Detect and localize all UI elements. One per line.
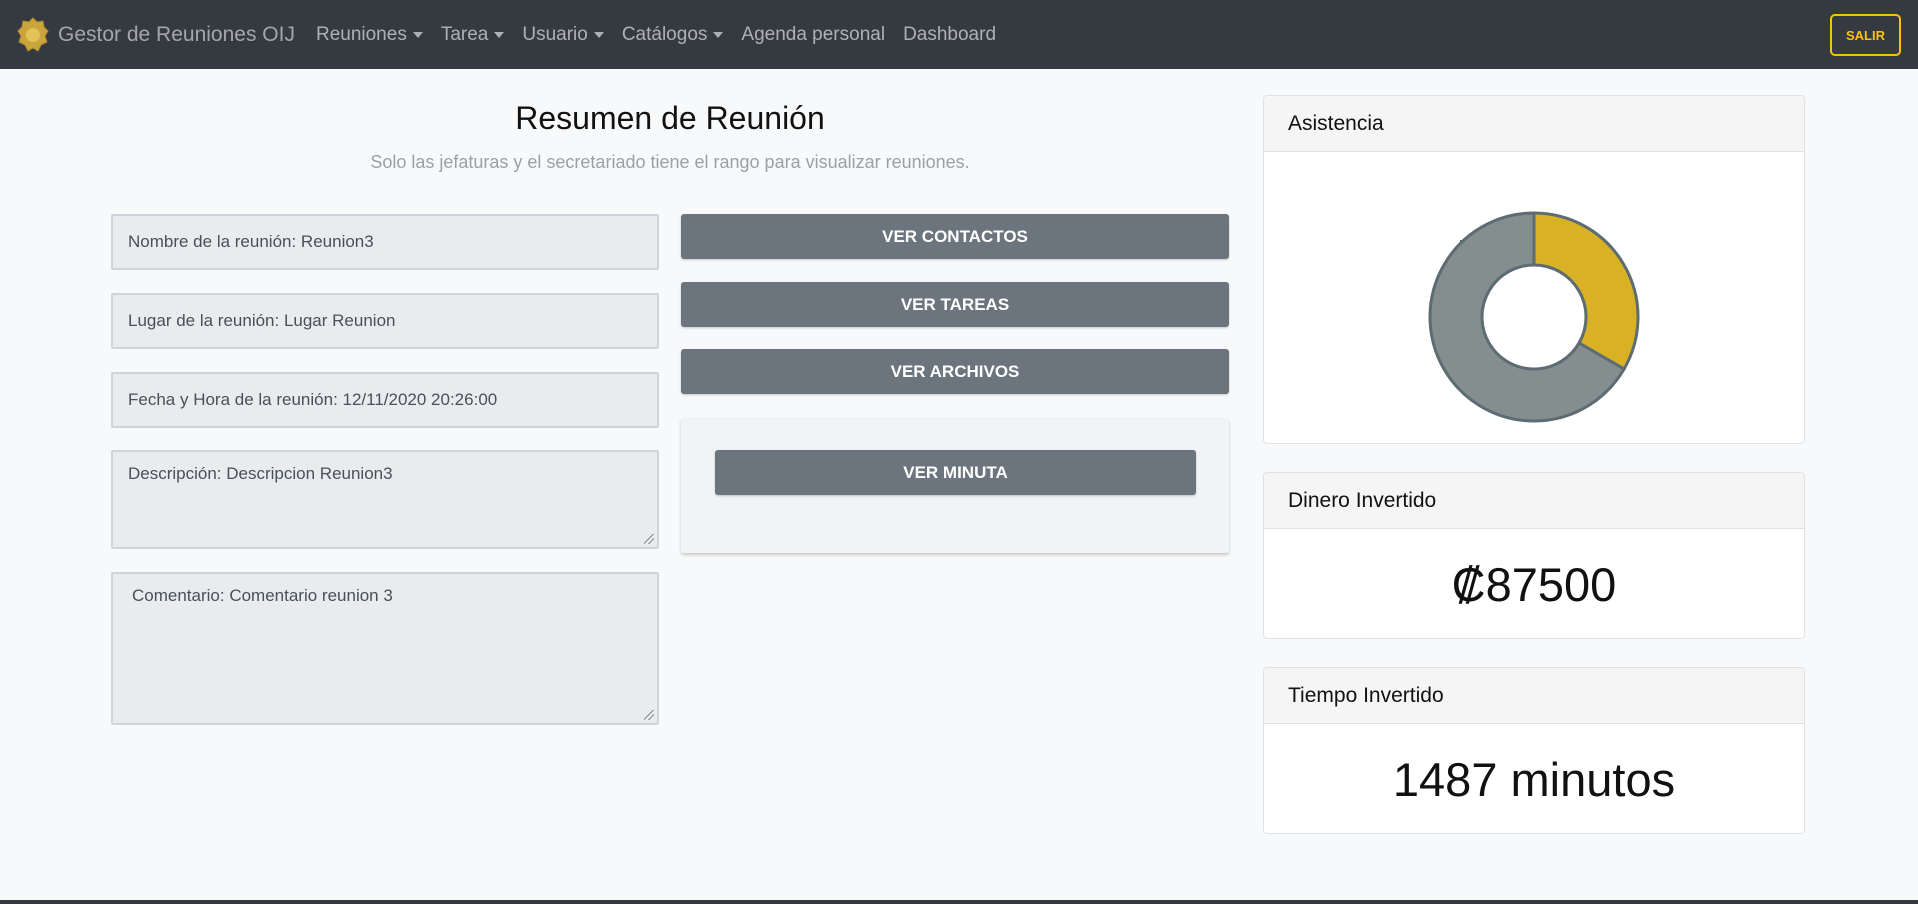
page-title: Resumen de Reunión [515, 100, 825, 136]
time-card: Tiempo Invertido 1487 minutos [1263, 667, 1805, 834]
caret-down-icon [593, 31, 604, 38]
view-minutes-button[interactable]: VER MINUTA [715, 450, 1196, 495]
attendance-donut-chart[interactable] [1424, 207, 1644, 427]
meeting-name-field[interactable]: Nombre de la reunión: Reunion3 [111, 214, 659, 270]
view-contacts-button[interactable]: VER CONTACTOS [681, 214, 1229, 259]
nav-reuniones-label: Reuniones [315, 23, 407, 45]
attendance-card-header: Asistencia [1264, 96, 1804, 152]
minuta-panel: VER MINUTA [681, 418, 1229, 553]
description-textarea[interactable]: Descripción: Descripcion Reunion3 [111, 450, 659, 549]
description-text: Descripción: Descripcion Reunion3 [128, 464, 393, 483]
caret-down-icon [412, 31, 423, 38]
top-navbar: Gestor de Reuniones OIJ Reuniones Tarea … [0, 0, 1918, 69]
time-title: Tiempo Invertido [1288, 683, 1444, 707]
meeting-place-field[interactable]: Lugar de la reunión: Lugar Reunion [111, 293, 659, 349]
resize-grip-icon[interactable] [644, 534, 654, 544]
caret-down-icon [494, 31, 505, 38]
badge-icon [17, 16, 49, 52]
meeting-datetime-text: Fecha y Hora de la reunión: 12/11/2020 2… [128, 390, 498, 409]
footer-border [0, 900, 1918, 904]
meeting-place-text: Lugar de la reunión: Lugar Reunion [128, 311, 396, 330]
nav-agenda-personal[interactable]: Agenda personal [732, 24, 894, 46]
attendance-title: Asistencia [1288, 111, 1384, 135]
brand-title: Gestor de Reuniones OIJ [58, 22, 295, 46]
money-card: Dinero Invertido ₡87500 [1263, 472, 1805, 639]
nav-tarea[interactable]: Tarea [432, 24, 514, 46]
money-card-header: Dinero Invertido [1264, 473, 1804, 529]
time-value: 1487 minutos [1392, 752, 1676, 806]
nav-tarea-label: Tarea [440, 23, 489, 45]
view-files-button[interactable]: VER ARCHIVOS [681, 349, 1229, 394]
nav-agenda-label: Agenda personal [741, 23, 886, 45]
view-tasks-button[interactable]: VER TAREAS [681, 282, 1229, 327]
meeting-datetime-field[interactable]: Fecha y Hora de la reunión: 12/11/2020 2… [111, 372, 659, 428]
resize-grip-icon[interactable] [644, 710, 654, 720]
logout-button[interactable]: SALIR [1830, 14, 1901, 56]
meeting-name-text: Nombre de la reunión: Reunion3 [128, 232, 374, 251]
brand[interactable]: Gestor de Reuniones OIJ [16, 16, 295, 54]
page-subtitle: Solo las jefaturas y el secretariado tie… [370, 152, 970, 172]
nav-usuario-label: Usuario [522, 23, 588, 45]
nav-dashboard-label: Dashboard [903, 23, 997, 45]
nav-dashboard[interactable]: Dashboard [894, 24, 1005, 46]
money-title: Dinero Invertido [1288, 488, 1437, 512]
caret-down-icon [713, 31, 724, 38]
attendance-card: Asistencia Si NO [1263, 95, 1805, 444]
time-card-header: Tiempo Invertido [1264, 668, 1804, 724]
money-value: ₡87500 [1451, 557, 1617, 611]
nav-catalogos[interactable]: Catálogos [613, 24, 733, 46]
comment-textarea[interactable]: Comentario: Comentario reunion 3 [111, 572, 659, 725]
nav-usuario[interactable]: Usuario [513, 24, 612, 46]
nav-reuniones[interactable]: Reuniones [307, 24, 432, 46]
comment-text: Comentario: Comentario reunion 3 [132, 586, 393, 605]
attendance-chart-area: Si NO [1264, 152, 1804, 443]
nav-catalogos-label: Catálogos [621, 23, 708, 45]
